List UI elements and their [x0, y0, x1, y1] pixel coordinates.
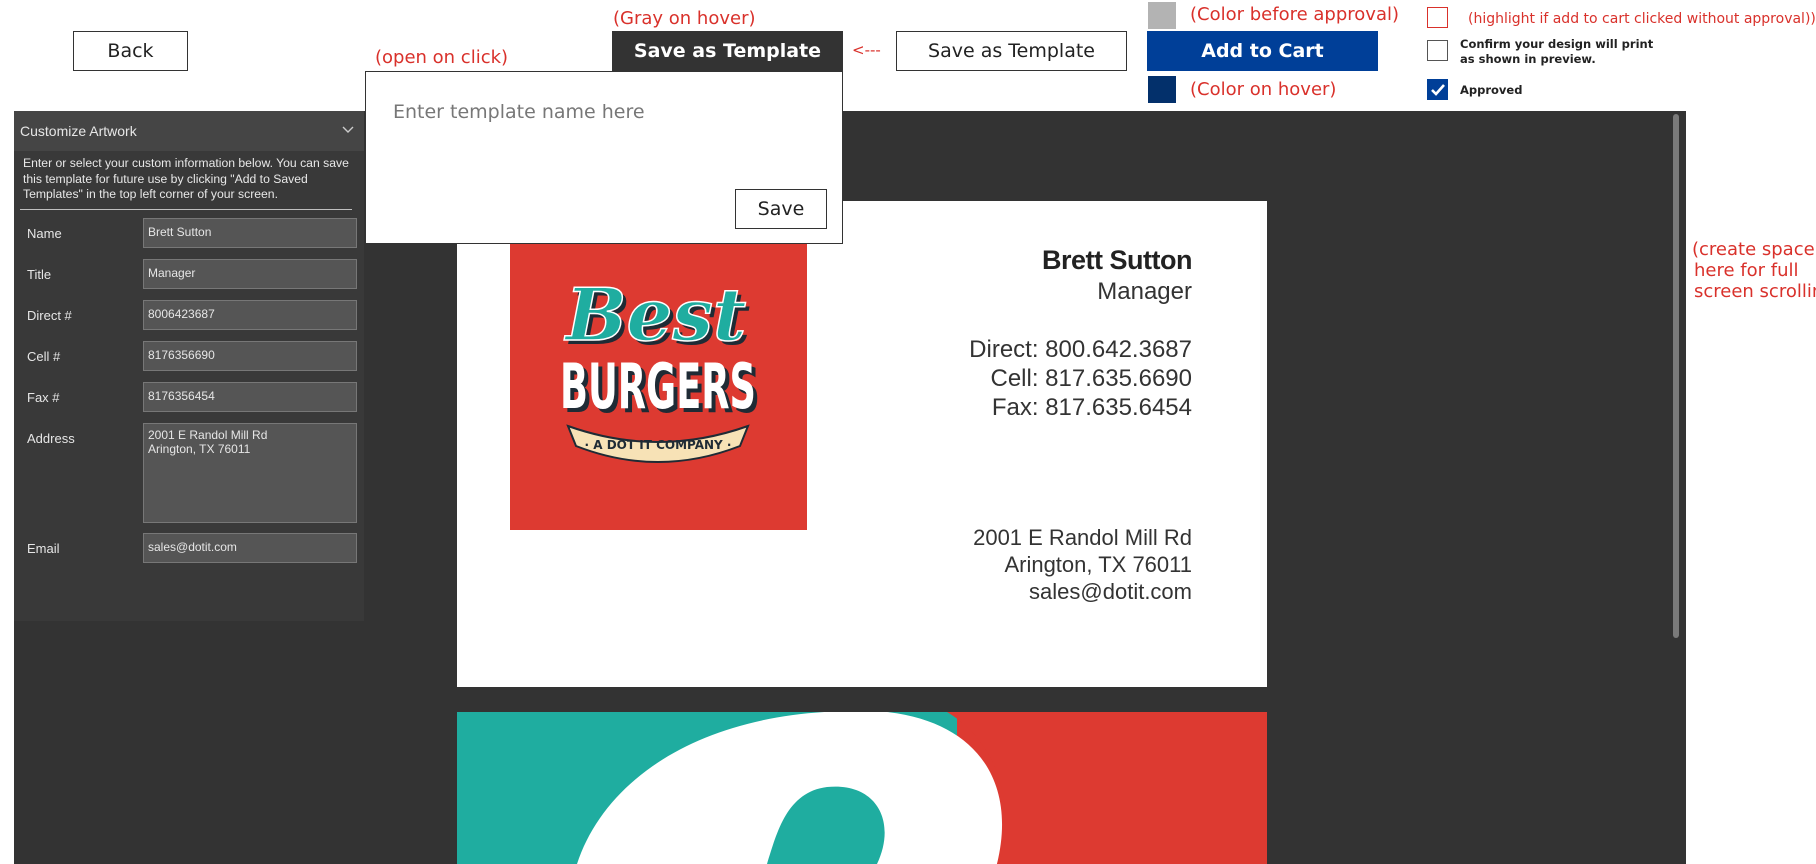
highlight-annotation: (highlight if add to cart clicked withou…	[1468, 11, 1816, 27]
card-title: Manager	[1097, 278, 1192, 305]
divider	[20, 209, 352, 210]
color-before-approval-annotation: (Color before approval)	[1190, 4, 1399, 25]
highlight-checkbox-example	[1427, 7, 1448, 28]
save-as-template-active-button[interactable]: Save as Template	[612, 31, 843, 71]
add-to-cart-button[interactable]: Add to Cart	[1147, 31, 1378, 71]
email-label: Email	[27, 541, 60, 556]
title-label: Title	[27, 267, 52, 282]
confirm-label-line1: Confirm your design will print	[1460, 37, 1654, 51]
logo-line1: Best	[564, 272, 746, 357]
template-name-input[interactable]	[366, 72, 842, 152]
open-on-click-annotation: (open on click)	[375, 47, 509, 68]
card-email: sales@dotit.com	[1029, 579, 1192, 604]
color-swatch-before-approval	[1148, 2, 1176, 29]
customize-title: Customize Artwork	[20, 123, 137, 139]
fax-input[interactable]: 8176356454	[143, 382, 357, 412]
customize-sidebar: Customize Artwork Enter or select your c…	[14, 111, 364, 864]
logo-graphic: Best Best BURGERS BURGERS · A DOT IT COM…	[560, 271, 760, 463]
card-cell: Cell: 817.635.6690	[990, 365, 1193, 392]
color-on-hover-annotation: (Color on hover)	[1190, 79, 1337, 100]
card-fax: Fax: 817.635.6454	[991, 394, 1192, 421]
name-input[interactable]: Brett Sutton	[143, 218, 357, 248]
logo-line2: BURGERS	[560, 350, 756, 423]
confirm-label-line2: as shown in preview.	[1460, 52, 1596, 66]
approved-checkbox[interactable]	[1427, 79, 1448, 100]
direct-input[interactable]: 8006423687	[143, 300, 357, 330]
space-annotation-line3: screen scrolling)	[1694, 281, 1816, 302]
card-direct: Direct: 800.642.3687	[969, 336, 1192, 363]
approved-label: Approved	[1460, 83, 1523, 97]
card-address-line1: 2001 E Randol Mill Rd	[973, 525, 1192, 550]
arrow-annotation: <---	[852, 41, 881, 59]
gray-on-hover-annotation: (Gray on hover)	[613, 8, 756, 29]
customize-intro: Enter or select your custom information …	[23, 156, 349, 201]
card-back-preview	[457, 712, 1267, 864]
template-save-button[interactable]: Save	[735, 189, 827, 229]
title-input[interactable]: Manager	[143, 259, 357, 289]
space-annotation-line2: here for full	[1694, 260, 1799, 281]
fax-label: Fax #	[27, 390, 60, 405]
confirm-checkbox[interactable]	[1427, 40, 1448, 61]
cell-label: Cell #	[27, 349, 61, 364]
space-annotation-line1: (create space	[1692, 239, 1815, 260]
best-burgers-logo: Best Best BURGERS BURGERS · A DOT IT COM…	[510, 234, 807, 530]
card-name: Brett Sutton	[1042, 245, 1192, 275]
preview-scrollbar[interactable]	[1673, 114, 1679, 638]
address-label: Address	[27, 431, 75, 446]
template-name-popover: Save	[365, 71, 843, 244]
card-back-graphic	[457, 712, 1267, 864]
checkmark-icon	[1430, 83, 1445, 96]
address-textarea[interactable]: 2001 E Randol Mill Rd Arington, TX 76011	[143, 423, 357, 523]
customize-header[interactable]: Customize Artwork	[14, 111, 364, 151]
cell-input[interactable]: 8176356690	[143, 341, 357, 371]
direct-label: Direct #	[27, 308, 72, 323]
customize-panel: Customize Artwork Enter or select your c…	[14, 111, 364, 621]
card-front-preview: Best Best BURGERS BURGERS · A DOT IT COM…	[457, 201, 1267, 687]
color-swatch-on-hover	[1148, 76, 1176, 103]
chevron-down-icon[interactable]	[342, 123, 354, 137]
logo-ribbon-text: · A DOT IT COMPANY ·	[585, 438, 732, 452]
save-as-template-button[interactable]: Save as Template	[896, 31, 1127, 71]
card-address-line2: Arington, TX 76011	[1004, 552, 1192, 577]
email-input[interactable]: sales@dotit.com	[143, 533, 357, 563]
name-label: Name	[27, 226, 62, 241]
back-button[interactable]: Back	[73, 31, 188, 71]
